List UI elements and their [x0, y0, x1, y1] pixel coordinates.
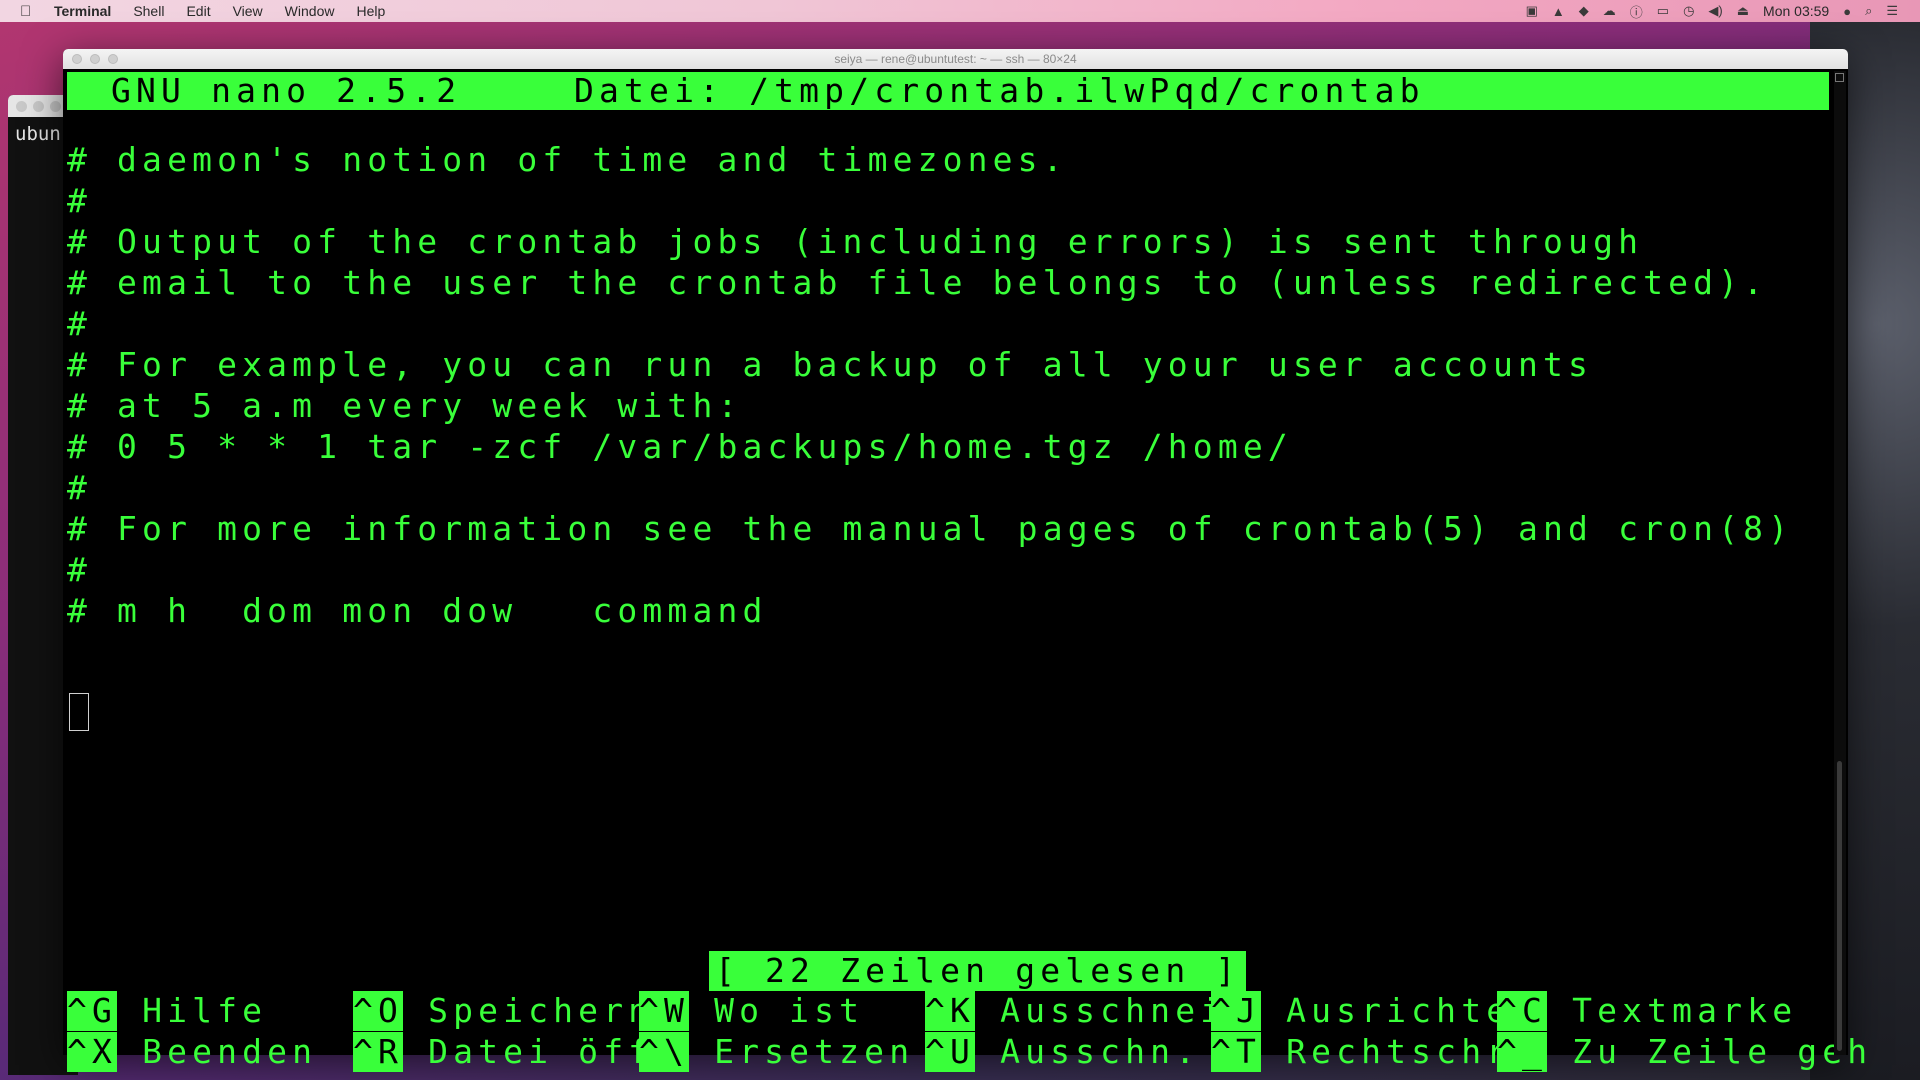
shortcut-help[interactable]: ^G Hilfe: [67, 991, 267, 1031]
shortcut-uncut[interactable]: ^U Ausschn. r: [925, 1032, 1250, 1072]
shortcut-key: ^G: [67, 991, 118, 1031]
terminal-screen[interactable]: GNU nano 2.5.2 Datei: /tmp/crontab.ilwPq…: [67, 71, 1867, 1072]
nano-status-message: [ 22 Zeilen gelesen ]: [709, 951, 1247, 991]
window-title: seiya — rene@ubuntutest: ~ — ssh — 80×24: [834, 52, 1077, 66]
shortcut-key: ^J: [1211, 991, 1262, 1031]
shortcut-exit[interactable]: ^X Beenden: [67, 1032, 317, 1072]
shortcut-key: ^X: [67, 1032, 118, 1072]
zoom-button[interactable]: [108, 54, 118, 64]
window-titlebar[interactable]: seiya — rene@ubuntutest: ~ — ssh — 80×24: [63, 49, 1848, 69]
shortcut-key: ^T: [1211, 1032, 1262, 1072]
menu-clock[interactable]: Mon 03:59: [1763, 3, 1829, 19]
eject-icon[interactable]: ⏏: [1737, 3, 1749, 19]
shortcut-label: Wo ist: [689, 991, 865, 1030]
nano-filename: Datei: /tmp/crontab.ilwPqd/crontab: [574, 71, 1425, 110]
shortcut-label: Ersetzen: [689, 1032, 915, 1071]
menu-app-name[interactable]: Terminal: [54, 3, 111, 19]
nano-title-bar: GNU nano 2.5.2 Datei: /tmp/crontab.ilwPq…: [67, 72, 1829, 110]
editor-line[interactable]: # email to the user the crontab file bel…: [67, 262, 1768, 303]
shortcut-cur-pos[interactable]: ^C Textmarke: [1497, 991, 1797, 1031]
notification-center-icon[interactable]: ☰: [1886, 3, 1898, 19]
dropbox-icon[interactable]: ◆: [1579, 3, 1589, 19]
minimize-button[interactable]: [33, 100, 44, 112]
shortcut-where-is[interactable]: ^W Wo ist: [639, 991, 864, 1031]
shortcut-label: Ausschn. r: [975, 1032, 1251, 1071]
shortcut-label: Hilfe: [117, 991, 268, 1030]
shortcut-spell[interactable]: ^T Rechtschr.: [1211, 1032, 1536, 1072]
shortcut-label: Beenden: [117, 1032, 318, 1071]
editor-line[interactable]: # Output of the crontab jobs (including …: [67, 221, 1643, 262]
shortcut-go-to-line[interactable]: ^_ Zu Zeile geh: [1497, 1032, 1872, 1072]
shortcut-label: Ausschneid: [975, 991, 1251, 1030]
shortcut-label: Speichern: [403, 991, 654, 1030]
shortcut-label: Rechtschr.: [1261, 1032, 1537, 1071]
editor-line[interactable]: # m h dom mon dow command: [67, 590, 768, 631]
shortcut-key: ^K: [925, 991, 976, 1031]
zoom-button[interactable]: [50, 100, 61, 112]
editor-line[interactable]: #: [67, 549, 92, 590]
close-button[interactable]: [72, 54, 82, 64]
text-cursor: [69, 693, 89, 731]
editor-line[interactable]: # at 5 a.m every week with:: [67, 385, 742, 426]
scrollbar-thumb[interactable]: [1837, 761, 1842, 1051]
drive-icon[interactable]: ▲: [1552, 4, 1565, 19]
shortcut-key: ^O: [353, 991, 404, 1031]
vertical-scrollbar[interactable]: [1834, 71, 1846, 1055]
menu-window[interactable]: Window: [285, 3, 335, 19]
shortcut-justify[interactable]: ^J Ausrichten: [1211, 991, 1536, 1031]
editor-line[interactable]: # 0 5 * * 1 tar -zcf /var/backups/home.t…: [67, 426, 1293, 467]
shortcut-save[interactable]: ^O Speichern: [353, 991, 653, 1031]
shortcut-label: Ausrichten: [1261, 991, 1537, 1030]
editor-line[interactable]: #: [67, 467, 92, 508]
apple-icon[interactable]: : [20, 3, 36, 20]
shortcut-replace[interactable]: ^\ Ersetzen: [639, 1032, 914, 1072]
editor-line[interactable]: #: [67, 180, 92, 221]
shortcut-key: ^U: [925, 1032, 976, 1072]
menu-help[interactable]: Help: [356, 3, 385, 19]
display-icon[interactable]: ▭: [1657, 3, 1669, 19]
volume-icon[interactable]: ◀): [1708, 3, 1722, 19]
info-icon[interactable]: ⓘ: [1630, 2, 1643, 21]
minimize-button[interactable]: [90, 54, 100, 64]
time-machine-icon[interactable]: ◷: [1683, 3, 1694, 19]
shortcut-key: ^\: [639, 1032, 690, 1072]
editor-line[interactable]: # For example, you can run a backup of a…: [67, 344, 1593, 385]
menu-edit[interactable]: Edit: [186, 3, 210, 19]
editor-line[interactable]: # daemon's notion of time and timezones.: [67, 139, 1068, 180]
shortcut-key: ^R: [353, 1032, 404, 1072]
spotlight-icon[interactable]: ⌕: [1865, 3, 1872, 19]
shortcut-key: ^W: [639, 991, 690, 1031]
menu-shell[interactable]: Shell: [133, 3, 164, 19]
close-button[interactable]: [16, 100, 27, 112]
editor-line[interactable]: # For more information see the manual pa…: [67, 508, 1793, 549]
user-icon[interactable]: ●: [1843, 4, 1851, 19]
shortcut-key: ^_: [1497, 1032, 1548, 1072]
shortcut-read-file[interactable]: ^R Datei öffn: [353, 1032, 678, 1072]
shortcut-label: Zu Zeile geh: [1547, 1032, 1873, 1071]
nano-version: GNU nano 2.5.2: [111, 71, 462, 110]
screen-record-icon[interactable]: ▣: [1526, 3, 1538, 19]
shortcut-key: ^C: [1497, 991, 1548, 1031]
shortcut-cut[interactable]: ^K Ausschneid: [925, 991, 1250, 1031]
shortcut-label: Datei öffn: [403, 1032, 679, 1071]
editor-line[interactable]: #: [67, 303, 92, 344]
menu-bar:  Terminal Shell Edit View Window Help ▣…: [0, 0, 1920, 22]
status-menus: ▣ ▲ ◆ ☁ ⓘ ▭ ◷ ◀) ⏏ Mon 03:59 ● ⌕ ☰: [1526, 2, 1920, 21]
menu-view[interactable]: View: [233, 3, 263, 19]
terminal-window[interactable]: seiya — rene@ubuntutest: ~ — ssh — 80×24…: [63, 49, 1867, 1072]
scrollbar-corner: [1835, 73, 1844, 82]
cloud-icon[interactable]: ☁: [1603, 3, 1616, 19]
shortcut-label: Textmarke: [1547, 991, 1798, 1030]
traffic-lights: [72, 54, 118, 64]
